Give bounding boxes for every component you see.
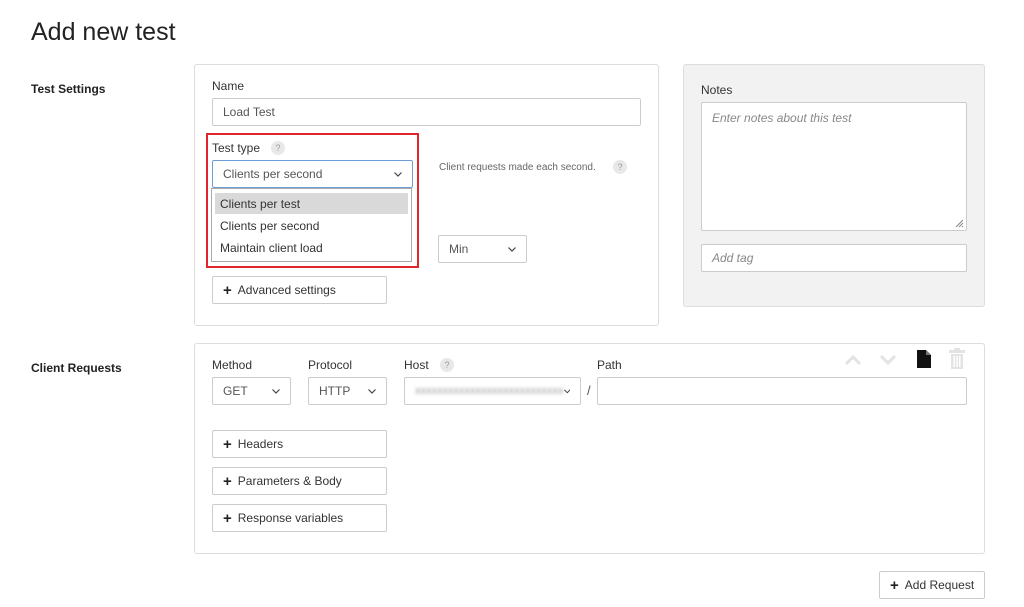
tag-input[interactable]: Add tag <box>701 244 967 272</box>
method-select[interactable]: GET <box>212 377 291 405</box>
duration-unit-select[interactable]: Min <box>438 235 527 263</box>
name-label: Name <box>212 79 245 93</box>
host-help-icon[interactable]: ? <box>440 358 454 372</box>
plus-icon: + <box>223 472 232 490</box>
plus-icon: + <box>223 281 232 299</box>
response-variables-button[interactable]: + Response variables <box>212 504 387 532</box>
add-request-button[interactable]: + Add Request <box>879 571 985 599</box>
resize-grip-icon[interactable] <box>955 219 964 228</box>
chevron-down-icon <box>368 388 376 394</box>
host-select-value: xxxxxxxxxxxxxxxxxxxxxxxxxxx <box>415 385 564 397</box>
plus-icon: + <box>223 435 232 453</box>
test-type-highlight-box <box>206 133 419 268</box>
headers-button[interactable]: + Headers <box>212 430 387 458</box>
move-down-button[interactable] <box>878 351 898 369</box>
path-label: Path <box>597 358 622 372</box>
chevron-up-icon <box>844 354 862 366</box>
host-select[interactable]: xxxxxxxxxxxxxxxxxxxxxxxxxxx <box>404 377 581 405</box>
parameters-body-label: Parameters & Body <box>237 474 342 488</box>
notes-placeholder: Enter notes about this test <box>712 111 852 125</box>
notes-label: Notes <box>701 83 733 97</box>
add-request-label: Add Request <box>904 578 975 592</box>
delete-request-button[interactable] <box>947 347 967 371</box>
parameters-body-button[interactable]: + Parameters & Body <box>212 467 387 495</box>
document-icon <box>917 350 931 368</box>
path-input[interactable] <box>597 377 967 405</box>
chevron-down-icon <box>508 246 516 252</box>
name-input-value: Load Test <box>223 105 275 119</box>
test-settings-section-label: Test Settings <box>31 82 106 96</box>
protocol-label: Protocol <box>308 358 353 372</box>
duration-unit-value: Min <box>449 242 469 256</box>
tag-placeholder: Add tag <box>712 251 754 265</box>
move-up-button[interactable] <box>843 351 863 369</box>
client-requests-section-label: Client Requests <box>31 361 122 375</box>
trash-icon <box>949 348 965 369</box>
headers-label: Headers <box>237 437 284 451</box>
protocol-select-value: HTTP <box>319 384 351 398</box>
chevron-down-icon <box>879 354 897 366</box>
protocol-select[interactable]: HTTP <box>308 377 387 405</box>
method-select-value: GET <box>223 384 248 398</box>
host-label: Host <box>404 358 429 372</box>
plus-icon: + <box>890 576 899 594</box>
name-input[interactable]: Load Test <box>212 98 641 126</box>
advanced-settings-button[interactable]: + Advanced settings <box>212 276 387 304</box>
test-type-hint: Client requests made each second. <box>439 162 596 173</box>
page-title: Add new test <box>31 18 176 46</box>
chevron-down-icon <box>272 388 280 394</box>
chevron-down-icon <box>563 389 570 393</box>
method-label: Method <box>212 358 253 372</box>
plus-icon: + <box>223 509 232 527</box>
path-separator: / <box>587 383 591 398</box>
response-variables-label: Response variables <box>237 511 344 525</box>
advanced-settings-label: Advanced settings <box>237 283 336 297</box>
hint-help-icon[interactable]: ? <box>613 160 627 174</box>
notes-textarea[interactable]: Enter notes about this test <box>701 102 967 231</box>
duplicate-request-button[interactable] <box>914 347 934 371</box>
